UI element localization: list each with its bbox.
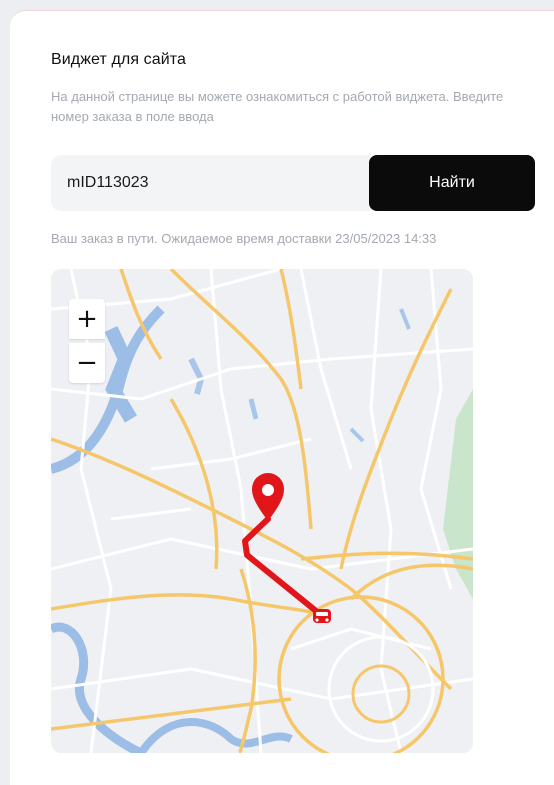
pond bbox=[248, 398, 259, 420]
pond-2 bbox=[349, 427, 365, 443]
widget-card: Виджет для сайта На данной странице вы м… bbox=[10, 10, 554, 785]
page-title: Виджет для сайта bbox=[51, 51, 187, 68]
river-south bbox=[51, 622, 143, 753]
car-icon[interactable] bbox=[313, 609, 331, 623]
lake bbox=[188, 357, 205, 395]
delivery-map[interactable]: + − bbox=[51, 269, 473, 753]
find-button[interactable]: Найти bbox=[369, 155, 535, 211]
map-canvas bbox=[51, 269, 473, 753]
minus-icon: − bbox=[76, 348, 98, 378]
zoom-out-button[interactable]: − bbox=[69, 343, 105, 383]
order-number-input[interactable] bbox=[51, 155, 371, 211]
map-pin-icon[interactable] bbox=[252, 473, 284, 521]
delivery-status-text: Ваш заказ в пути. Ожидаемое время достав… bbox=[51, 231, 437, 246]
river-south-east bbox=[137, 718, 293, 753]
zoom-in-button[interactable]: + bbox=[69, 299, 105, 339]
delivery-route bbox=[242, 516, 324, 618]
pond-3 bbox=[399, 308, 411, 330]
plus-icon: + bbox=[76, 304, 98, 334]
page-description: На данной странице вы можете ознакомитьс… bbox=[51, 89, 504, 124]
